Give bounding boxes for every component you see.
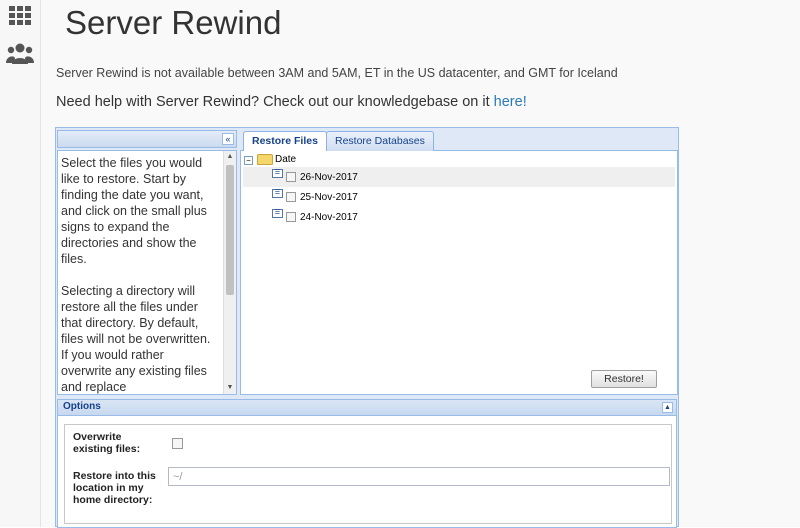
options-title: Options [63, 401, 101, 412]
restore-panel: « Select the files you would like to res… [55, 127, 679, 528]
options-fieldset: Overwrite existing files: Restore into t… [64, 424, 672, 524]
restore-files-panel: − Date ☰ 26-Nov-2017 ☰ 25-Nov-2017 ☰ 24-… [240, 151, 678, 395]
date-tree: − Date ☰ 26-Nov-2017 ☰ 25-Nov-2017 ☰ 24-… [243, 153, 675, 227]
users-icon[interactable] [6, 42, 34, 66]
scrollbar-thumb[interactable] [226, 165, 234, 295]
tree-root-label: Date [275, 154, 297, 165]
instructions-text: Select the files you would like to resto… [61, 155, 213, 394]
help-text-label: Need help with Server Rewind? Check out … [56, 94, 494, 110]
scroll-down-arrow-icon[interactable]: ▼ [224, 382, 236, 394]
collapse-panel-button[interactable]: « [222, 133, 234, 145]
collapse-up-icon[interactable]: ▲ [662, 402, 673, 413]
collapse-toggle-icon[interactable]: − [244, 156, 253, 165]
left-sidebar [0, 0, 41, 527]
page-title: Server Rewind [65, 4, 282, 41]
tree-date-row[interactable]: ☰ 24-Nov-2017 [243, 207, 675, 227]
instructions-panel: Select the files you would like to resto… [57, 150, 237, 395]
date-checkbox[interactable] [286, 192, 296, 202]
date-checkbox[interactable] [286, 172, 296, 182]
expand-node-icon[interactable]: ☰ [272, 209, 283, 218]
west-panel-header: « [57, 130, 237, 148]
main-content: Server Rewind Server Rewind is not avail… [41, 0, 800, 528]
tree-date-row[interactable]: ☰ 26-Nov-2017 [243, 167, 675, 187]
tab-restore-files[interactable]: Restore Files [243, 131, 327, 152]
instructions-paragraph: Select the files you would like to resto… [61, 156, 207, 266]
help-text: Need help with Server Rewind? Check out … [56, 94, 527, 110]
instructions-paragraph: Selecting a directory will restore all t… [61, 284, 211, 394]
scroll-up-arrow-icon[interactable]: ▲ [224, 151, 236, 163]
overwrite-checkbox[interactable] [172, 438, 183, 449]
overwrite-label: Overwrite existing files: [73, 431, 141, 455]
tree-date-row[interactable]: ☰ 25-Nov-2017 [243, 187, 675, 207]
tab-strip: Restore Files Restore Databases [240, 129, 678, 152]
options-panel: Overwrite existing files: Restore into t… [57, 416, 677, 528]
knowledgebase-link[interactable]: here! [494, 94, 527, 110]
date-label: 26-Nov-2017 [300, 172, 358, 183]
restore-location-input[interactable] [168, 467, 670, 486]
date-label: 24-Nov-2017 [300, 212, 358, 223]
restore-button[interactable]: Restore! [591, 370, 657, 388]
date-checkbox[interactable] [286, 212, 296, 222]
tree-root[interactable]: − Date [243, 153, 675, 167]
expand-node-icon[interactable]: ☰ [272, 169, 283, 178]
instructions-scrollbar[interactable]: ▲ ▼ [223, 151, 236, 394]
tab-restore-databases[interactable]: Restore Databases [326, 131, 434, 151]
expand-node-icon[interactable]: ☰ [272, 189, 283, 198]
date-label: 25-Nov-2017 [300, 192, 358, 203]
folder-icon [257, 153, 273, 165]
restore-location-label: Restore into this location in my home di… [73, 470, 156, 506]
grid-icon[interactable] [8, 4, 32, 28]
availability-notice: Server Rewind is not available between 3… [56, 66, 618, 80]
options-header[interactable]: Options ▲ [57, 399, 677, 416]
